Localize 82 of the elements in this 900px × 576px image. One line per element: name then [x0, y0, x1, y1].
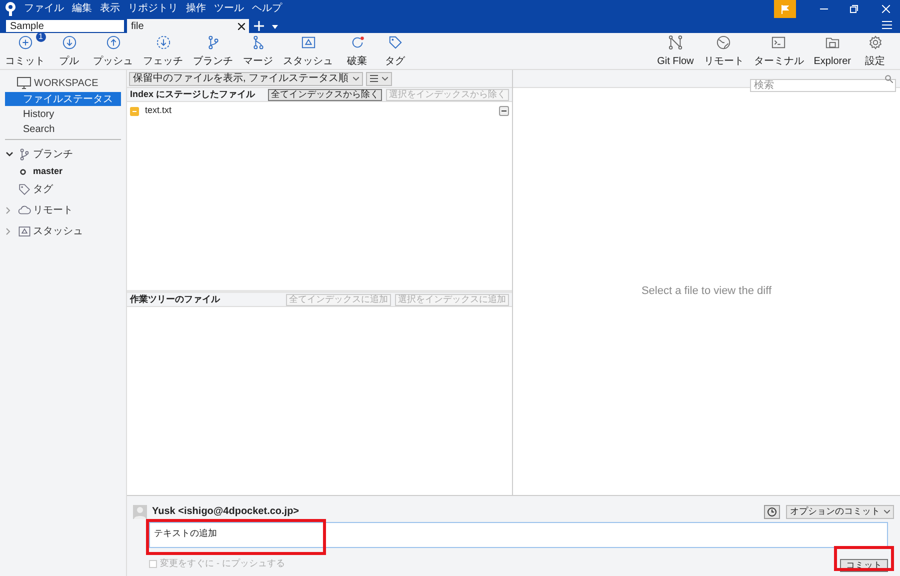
menu-item[interactable]: リポジトリ: [128, 4, 178, 14]
toolbar-button[interactable]: ターミナル: [748, 35, 809, 67]
sidebar-item[interactable]: ファイルステータス: [5, 92, 121, 106]
toolbar-button[interactable]: フェッチ: [138, 35, 188, 67]
empty-diff-message: Select a file to view the diff: [641, 284, 772, 300]
avatar-icon: [133, 504, 147, 518]
tag-icon: [388, 35, 402, 50]
section-header: WORKSPACE: [34, 76, 98, 90]
stash-box-icon: [300, 35, 316, 50]
toolbar-button[interactable]: タグ: [376, 35, 414, 67]
flow-graph-icon: [668, 35, 683, 50]
modified-file-icon: [130, 106, 139, 116]
stash-box-icon: [18, 225, 31, 238]
list-icon: [370, 75, 378, 82]
sidebar-section[interactable]: リモート: [33, 203, 73, 218]
chevron-down-icon[interactable]: [6, 152, 13, 157]
file-name[interactable]: text.txt: [145, 104, 493, 118]
sidebar-section[interactable]: タグ: [33, 182, 53, 197]
sidebar-section[interactable]: スタッシュ: [33, 224, 83, 239]
plus-icon[interactable]: [254, 21, 264, 31]
toolbar-button[interactable]: マージ: [238, 35, 278, 67]
sidebar-section[interactable]: ブランチ: [33, 147, 73, 162]
branch-item[interactable]: master: [33, 165, 63, 179]
folder-icon: [824, 35, 840, 50]
sidebar-item[interactable]: Search: [5, 122, 121, 136]
caret-icon: [382, 76, 388, 80]
merge-icon: [250, 35, 266, 50]
chevron-right-icon[interactable]: [6, 228, 11, 235]
toolbar-button[interactable]: 破棄: [338, 35, 376, 67]
down-arrow-circle-icon: [62, 35, 76, 50]
toolbar-button[interactable]: リモート: [698, 35, 749, 67]
count-badge: 1: [36, 32, 46, 42]
toolbar-button[interactable]: Git Flow: [652, 35, 699, 67]
toolbar-button[interactable]: プッシュ: [88, 35, 138, 67]
flag-icon: [781, 4, 789, 14]
menu-item[interactable]: ファイル: [24, 4, 64, 14]
branch-dot-icon: [20, 169, 26, 175]
history-button[interactable]: [764, 504, 780, 518]
toolbar-button[interactable]: ブランチ: [188, 35, 238, 67]
menu-item[interactable]: ツール: [214, 4, 244, 14]
toolbar-button[interactable]: スタッシュ: [278, 35, 338, 67]
restore-icon[interactable]: [850, 5, 858, 13]
globe-icon: [716, 35, 732, 50]
search-field[interactable]: 検索: [750, 79, 896, 92]
menu-icon[interactable]: [882, 21, 892, 29]
caret-icon: [352, 76, 359, 80]
search-icon: [885, 74, 893, 82]
branch-icon: [206, 35, 220, 50]
repo-tab[interactable]: Sample: [5, 19, 125, 33]
commit-options-dropdown[interactable]: オプションのコミット: [786, 504, 894, 518]
toolbar-button[interactable]: 設定: [856, 35, 894, 67]
commit-message-field[interactable]: テキストの追加: [149, 522, 888, 548]
sidebar-item[interactable]: History: [5, 107, 121, 121]
close-icon[interactable]: [238, 22, 245, 30]
tag-icon: [18, 183, 31, 196]
settings-icon: [868, 35, 882, 50]
view-mode-dropdown[interactable]: [366, 72, 392, 86]
monitor-icon: [17, 77, 31, 89]
toolbar-button[interactable]: コミット 1: [0, 35, 50, 67]
menu-item[interactable]: ヘルプ: [252, 4, 282, 14]
menu-item[interactable]: 編集: [72, 4, 92, 14]
author-name: Yusk <ishigo@4dpocket.co.jp>: [152, 505, 300, 519]
toolbar-button[interactable]: Explorer: [808, 35, 856, 67]
checkbox-label: 変更をすぐに - にプッシュする: [160, 557, 285, 570]
up-arrow-circle-icon: [106, 35, 120, 50]
panel-title: Index にステージしたファイル: [130, 88, 256, 101]
panel-title: 作業ツリーのファイル: [130, 292, 222, 306]
branch-icon: [18, 148, 31, 161]
action-button[interactable]: 全てインデックスから除く: [268, 88, 382, 100]
plus-circle-icon: [18, 35, 32, 50]
caret-icon[interactable]: [272, 25, 278, 29]
cloud-icon: [18, 204, 31, 217]
menu-item[interactable]: 操作: [186, 4, 206, 14]
circular-arrow-icon: [350, 35, 364, 50]
toolbar-button[interactable]: プル: [50, 35, 88, 67]
menu-item[interactable]: 表示: [100, 4, 120, 14]
chevron-right-icon[interactable]: [6, 207, 11, 214]
repo-tab[interactable]: file: [127, 19, 249, 33]
filter-dropdown[interactable]: 保留中のファイルを表示, ファイルステータス順: [129, 72, 363, 86]
caret-icon: [884, 510, 890, 514]
unstage-icon[interactable]: [499, 106, 509, 116]
terminal-icon: [771, 35, 786, 50]
